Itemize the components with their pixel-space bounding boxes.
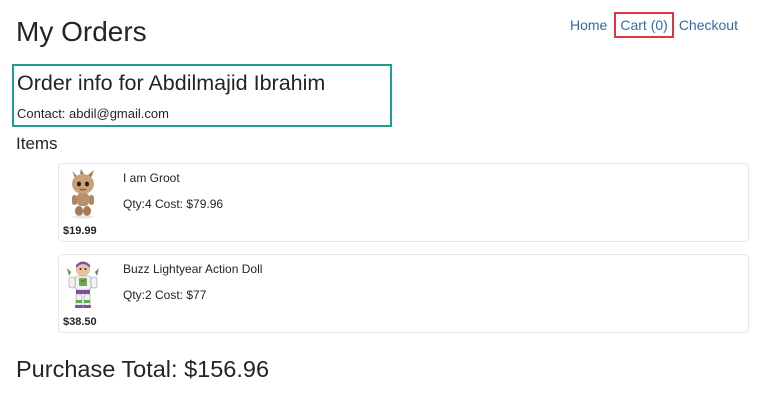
order-info-box: Order info for Abdilmajid Ibrahim Contac…: [12, 64, 392, 127]
groot-toy-icon: [65, 168, 101, 220]
items-heading: Items: [16, 134, 58, 153]
nav-link-checkout[interactable]: Checkout: [677, 12, 740, 38]
item-unit-price: $38.50: [63, 316, 97, 328]
order-item-card: $38.50 Buzz Lightyear Action Doll Qty:2 …: [58, 254, 749, 333]
order-contact: Contact: abdil@gmail.com: [17, 106, 169, 121]
item-unit-price: $19.99: [63, 225, 97, 237]
item-qty-cost: Qty:4 Cost: $79.96: [123, 197, 224, 211]
item-qty-cost: Qty:2 Cost: $77: [123, 288, 207, 302]
purchase-total: Purchase Total: $156.96: [16, 356, 270, 382]
item-name: I am Groot: [123, 171, 180, 185]
top-nav: Home Cart (0) Checkout: [566, 12, 740, 38]
nav-link-cart[interactable]: Cart (0): [614, 12, 674, 38]
order-info-heading: Order info for Abdilmajid Ibrahim: [17, 71, 326, 95]
page-title: My Orders: [16, 16, 147, 47]
nav-link-home[interactable]: Home: [566, 12, 612, 38]
buzz-lightyear-toy-icon: [65, 259, 101, 311]
order-item-card: $19.99 I am Groot Qty:4 Cost: $79.96: [58, 163, 749, 242]
item-name: Buzz Lightyear Action Doll: [123, 262, 263, 276]
